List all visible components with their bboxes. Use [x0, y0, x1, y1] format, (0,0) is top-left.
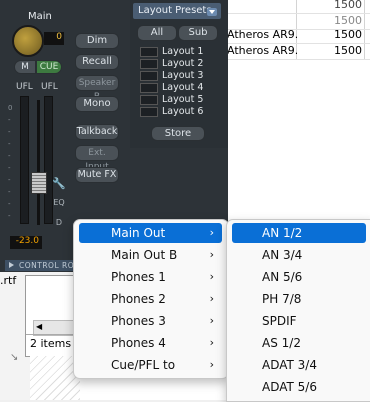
ext-input-button[interactable]: Ext. Input	[75, 145, 119, 172]
menu-item-phones-4[interactable]: Phones 4 ›	[79, 333, 222, 353]
layout-indicator	[140, 59, 158, 69]
layout-presets-title: Layout Presets	[138, 5, 212, 16]
scale-label: -	[8, 116, 11, 124]
layout-preset-2[interactable]: Layout 2	[140, 58, 216, 70]
menu-item-phones-2[interactable]: Phones 2 ›	[79, 289, 222, 309]
level-meter-left	[20, 96, 29, 224]
menu-item-cue-pfl-to[interactable]: Cue/PFL to ›	[79, 355, 222, 375]
layout-label: Layout 6	[162, 106, 204, 117]
scale-label: -	[8, 140, 11, 148]
menu-item-label: Phones 3	[111, 314, 166, 328]
layout-label: Layout 2	[162, 58, 204, 69]
table-cell-value: 1500	[334, 44, 362, 57]
volume-knob[interactable]	[12, 25, 44, 57]
store-button[interactable]: Store	[151, 126, 205, 141]
volume-value: -23.0	[10, 236, 42, 249]
scale-label: -	[8, 188, 11, 196]
layout-preset-6[interactable]: Layout 6	[140, 106, 216, 118]
layout-label: Layout 1	[162, 46, 204, 57]
scale-label: 0	[8, 104, 13, 112]
chevron-right-icon: ›	[209, 358, 214, 371]
menu-item-label: Cue/PFL to	[111, 358, 176, 372]
layout-indicator	[140, 71, 158, 81]
layout-label: Layout 3	[162, 70, 204, 81]
level-scale: 0 - - - - - - - - -	[8, 102, 12, 222]
submenu-item-as-1-2[interactable]: AS 1/2	[232, 333, 366, 353]
submenu-item-an-3-4[interactable]: AN 3/4	[232, 245, 366, 265]
layout-indicator	[140, 95, 158, 105]
table-cell-value: 1500	[334, 28, 362, 41]
menu-item-phones-1[interactable]: Phones 1 ›	[79, 267, 222, 287]
context-menu: Main Out › Main Out B › Phones 1 › Phones 2…	[73, 219, 229, 379]
scale-label: -	[8, 152, 11, 160]
table-cell-value: 1500	[334, 0, 362, 11]
chevron-down-icon[interactable]	[207, 8, 217, 16]
layout-label: Layout 5	[162, 94, 204, 105]
chevron-right-icon: ›	[209, 314, 214, 327]
cue-button[interactable]: CUE	[36, 60, 62, 74]
chevron-right-icon: ›	[209, 226, 214, 239]
fader-track	[37, 100, 40, 225]
menu-item-label: Phones 4	[111, 336, 166, 350]
menu-item-label: Main Out B	[111, 248, 178, 262]
scale-label: -	[8, 176, 11, 184]
layout-preset-1[interactable]: Layout 1	[140, 46, 216, 58]
ufl-label-left: UFL	[16, 82, 33, 92]
mute-fx-button[interactable]: Mute FX	[75, 167, 119, 183]
table-row[interactable]: Atheros AR9... 1500	[225, 42, 370, 60]
chevron-right-icon: ›	[209, 270, 214, 283]
scale-label: -	[8, 200, 11, 208]
d-button[interactable]: D	[52, 218, 66, 227]
scale-label: -	[8, 164, 11, 172]
divider	[26, 334, 80, 335]
scroll-left-icon[interactable]: ◀	[36, 322, 42, 331]
speaker-b-button[interactable]: Speaker B	[75, 75, 119, 102]
wrench-icon[interactable]: 🔧	[52, 177, 66, 190]
sub-button[interactable]: Sub	[178, 25, 218, 41]
main-out-submenu: AN 1/2 AN 3/4 AN 5/6 PH 7/8 SPDIF AS 1/2…	[226, 219, 370, 402]
submenu-item-an-1-2[interactable]: AN 1/2	[232, 223, 366, 243]
submenu-item-spdif[interactable]: SPDIF	[232, 311, 366, 331]
talkback-button[interactable]: Talkback	[75, 124, 119, 140]
layout-indicator	[140, 47, 158, 57]
menu-item-phones-3[interactable]: Phones 3 ›	[79, 311, 222, 331]
mono-button[interactable]: Mono	[75, 96, 119, 112]
submenu-item-adat-5-6[interactable]: ADAT 5/6	[232, 377, 366, 397]
scale-label: -	[8, 212, 11, 220]
mute-button[interactable]: M	[14, 60, 36, 74]
all-button[interactable]: All	[137, 25, 177, 41]
submenu-item-ph-7-8[interactable]: PH 7/8	[232, 289, 366, 309]
layout-preset-4[interactable]: Layout 4	[140, 82, 216, 94]
chevron-right-icon: ›	[209, 336, 214, 349]
chevron-right-icon: ›	[209, 248, 214, 261]
menu-item-label: Phones 2	[111, 292, 166, 306]
menu-item-main-out-b[interactable]: Main Out B ›	[79, 245, 222, 265]
ufl-label-right: UFL	[41, 82, 58, 92]
table-cell-name: Atheros AR9...	[227, 28, 297, 41]
dim-button[interactable]: Dim	[75, 33, 119, 49]
submenu-item-adat-3-4[interactable]: ADAT 3/4	[232, 355, 366, 375]
recall-button[interactable]: Recall	[75, 54, 119, 70]
scale-label: -	[8, 128, 11, 136]
table-cell-name: Atheros AR9...	[227, 44, 297, 57]
file-name-fragment[interactable]: .rtf	[0, 274, 16, 287]
menu-item-label: Main Out	[111, 226, 166, 240]
chevron-right-icon: ›	[209, 292, 214, 305]
menu-item-main-out[interactable]: Main Out ›	[79, 223, 222, 243]
layout-preset-3[interactable]: Layout 3	[140, 70, 216, 82]
eq-button[interactable]: EQ	[52, 198, 66, 207]
menu-item-label: Phones 1	[111, 270, 166, 284]
submenu-item-an-5-6[interactable]: AN 5/6	[232, 267, 366, 287]
pin-icon: ↘	[10, 352, 19, 363]
layout-indicator	[140, 107, 158, 117]
layout-presets-header[interactable]: Layout Presets	[133, 3, 221, 19]
layout-preset-5[interactable]: Layout 5	[140, 94, 216, 106]
knob-value: 0	[44, 32, 64, 45]
layout-indicator	[140, 83, 158, 93]
layout-label: Layout 4	[162, 82, 204, 93]
volume-fader[interactable]	[31, 172, 47, 194]
main-label: Main	[28, 11, 52, 22]
